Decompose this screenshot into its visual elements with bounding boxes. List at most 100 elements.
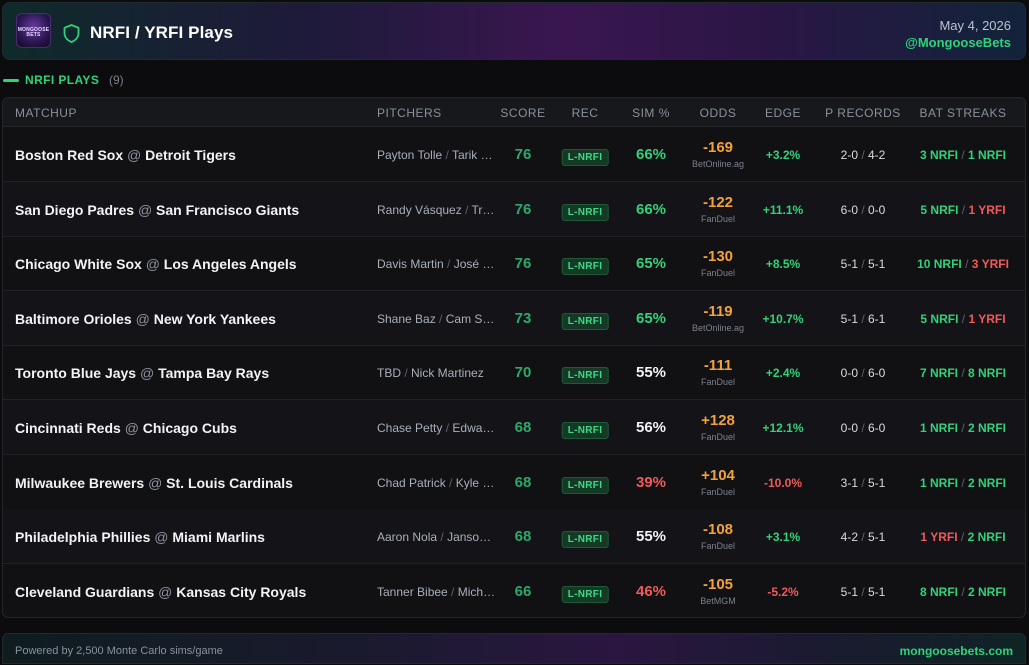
away-pitcher-record: 3-1: [840, 475, 858, 490]
odds-value: -119: [703, 302, 733, 320]
bat-streaks: 5 NRFI / 1 YRFI: [920, 312, 1005, 326]
col-header-bat-streaks[interactable]: BAT STREAKS: [919, 106, 1006, 120]
odds-value: -130: [702, 248, 734, 266]
away-pitcher-record: 6-0: [840, 202, 858, 217]
away-pitcher: Tanner Bibee: [377, 584, 448, 599]
slash-separator: /: [958, 311, 969, 326]
col-header-matchup[interactable]: MATCHUP: [15, 106, 77, 120]
rec-badge: L-NRFI: [561, 422, 609, 439]
col-header-score[interactable]: SCORE: [500, 106, 545, 120]
sportsbook-name: FanDuel: [700, 486, 736, 497]
home-pitcher-record: 6-0: [868, 366, 886, 381]
score-value: 68: [514, 528, 532, 546]
matchup-cell[interactable]: Baltimore Orioles @ New York Yankees: [15, 311, 276, 327]
header-bar: MONGOOSE BETS NRFI / YRFI Plays May 4, 2…: [2, 2, 1026, 60]
section-count: (9): [109, 73, 124, 87]
table-row[interactable]: Cincinnati Reds @ Chicago Cubs Chase Pett…: [3, 400, 1025, 455]
pitcher-records: 2-0 / 4-2: [841, 148, 886, 162]
at-separator: @: [154, 529, 169, 546]
slash-separator: /: [857, 311, 869, 326]
home-pitcher: José Soriano: [453, 257, 497, 272]
matchup-cell[interactable]: Philadelphia Phillies @ Miami Marlins: [15, 529, 265, 545]
home-bat-streak: 1 YRFI: [968, 202, 1006, 217]
away-bat-streak: 5 NRFI: [920, 202, 959, 217]
table-row[interactable]: Philadelphia Phillies @ Miami Marlins Aar…: [3, 509, 1025, 565]
pitcher-records: 4-2 / 5-1: [841, 530, 886, 544]
away-pitcher: TBD: [377, 366, 401, 381]
sportsbook-name: BetOnline.ag: [691, 159, 745, 169]
matchup-cell[interactable]: Milwaukee Brewers @ St. Louis Cardinals: [15, 475, 293, 491]
away-team: Cincinnati Reds: [15, 420, 121, 436]
score-value: 73: [514, 309, 532, 327]
sim-percent: 55%: [635, 528, 667, 546]
pitchers-cell: Shane Baz / Cam Schlittler: [377, 312, 497, 326]
home-pitcher: Cam Schlittler: [445, 311, 497, 326]
bat-streaks: 1 YRFI / 2 NRFI: [920, 530, 1005, 544]
shield-icon: [63, 24, 80, 43]
bat-streaks: 5 NRFI / 1 YRFI: [920, 203, 1005, 217]
table-row[interactable]: Baltimore Orioles @ New York Yankees Shan…: [3, 290, 1025, 346]
score-value: 68: [514, 419, 532, 436]
home-pitcher: Janson Junk: [447, 530, 497, 545]
section-title: NRFI PLAYS: [25, 73, 100, 87]
table-row[interactable]: Milwaukee Brewers @ St. Louis Cardinals C…: [3, 455, 1025, 510]
away-bat-streak: 1 YRFI: [920, 530, 958, 545]
slash-separator: /: [447, 584, 458, 599]
social-handle-link[interactable]: @MongooseBets: [905, 35, 1011, 50]
table-row[interactable]: Chicago White Sox @ Los Angeles Angels Da…: [3, 236, 1025, 292]
table-row[interactable]: Toronto Blue Jays @ Tampa Bay Rays TBD / …: [3, 345, 1025, 401]
sportsbook-name: BetMGM: [700, 595, 736, 606]
pitcher-records: 5-1 / 6-1: [841, 312, 886, 326]
home-pitcher-record: 5-1: [868, 257, 886, 272]
table-row[interactable]: Cleveland Guardians @ Kansas City Royals…: [3, 564, 1025, 617]
matchup-cell[interactable]: Cincinnati Reds @ Chicago Cubs: [15, 420, 237, 436]
col-header-pitchers[interactable]: PITCHERS: [377, 106, 442, 120]
col-header-rec[interactable]: REC: [572, 106, 599, 120]
at-separator: @: [148, 474, 163, 491]
away-pitcher: Randy Vásquez: [377, 202, 462, 217]
matchup-cell[interactable]: San Diego Padres @ San Francisco Giants: [15, 202, 299, 218]
away-pitcher-record: 5-1: [840, 584, 858, 599]
matchup-cell[interactable]: Chicago White Sox @ Los Angeles Angels: [15, 256, 297, 272]
col-header-p-records[interactable]: P RECORDS: [825, 106, 901, 120]
edge-value: -5.2%: [767, 584, 799, 599]
away-bat-streak: 5 NRFI: [920, 311, 959, 326]
pitchers-cell: Chase Petty / Edward Cabrera: [377, 421, 497, 435]
col-header-sim[interactable]: SIM %: [632, 106, 670, 120]
col-header-edge[interactable]: EDGE: [765, 106, 801, 120]
slash-separator: /: [857, 148, 869, 162]
matchup-cell[interactable]: Cleveland Guardians @ Kansas City Royals: [15, 584, 306, 600]
col-header-odds[interactable]: ODDS: [700, 106, 737, 120]
pitcher-records: 0-0 / 6-0: [841, 366, 886, 380]
slash-separator: /: [957, 475, 969, 490]
table-row[interactable]: San Diego Padres @ San Francisco Giants R…: [3, 181, 1025, 237]
away-team: Chicago White Sox: [15, 256, 142, 273]
away-bat-streak: 1 NRFI: [919, 421, 958, 435]
brand-logo[interactable]: MONGOOSE BETS: [16, 13, 51, 48]
site-link[interactable]: mongoosebets.com: [900, 644, 1013, 658]
sim-percent: 56%: [635, 419, 667, 436]
slash-separator: /: [442, 421, 453, 435]
pitcher-records: 5-1 / 5-1: [841, 585, 886, 599]
away-team: Cleveland Guardians: [15, 583, 155, 600]
away-bat-streak: 10 NRFI: [917, 257, 962, 272]
matchup-cell[interactable]: Toronto Blue Jays @ Tampa Bay Rays: [15, 365, 269, 381]
home-pitcher-record: 4-2: [868, 148, 886, 162]
slash-separator: /: [437, 530, 448, 545]
table-header: MATCHUP PITCHERS SCORE REC SIM % ODDS ED…: [3, 98, 1025, 127]
matchup-cell[interactable]: Boston Red Sox @ Detroit Tigers: [15, 147, 236, 163]
pitchers-cell: Aaron Nola / Janson Junk: [377, 530, 497, 544]
away-pitcher-record: 5-1: [840, 311, 858, 326]
pitchers-cell: Davis Martin / José Soriano: [377, 257, 497, 271]
slash-separator: /: [957, 366, 969, 381]
edge-value: +3.1%: [765, 530, 801, 545]
at-separator: @: [135, 310, 150, 327]
score-value: 76: [514, 255, 532, 273]
pitchers-cell: Randy Vásquez / Trevor McDonald: [377, 203, 497, 217]
sportsbook-name: FanDuel: [700, 268, 736, 279]
pitcher-records: 3-1 / 5-1: [841, 476, 886, 490]
odds-value: -122: [702, 193, 734, 211]
pitchers-cell: Payton Tolle / Tarik Skubal: [377, 148, 497, 162]
edge-value: +12.1%: [762, 421, 804, 435]
table-row[interactable]: Boston Red Sox @ Detroit Tigers Payton To…: [3, 127, 1025, 182]
